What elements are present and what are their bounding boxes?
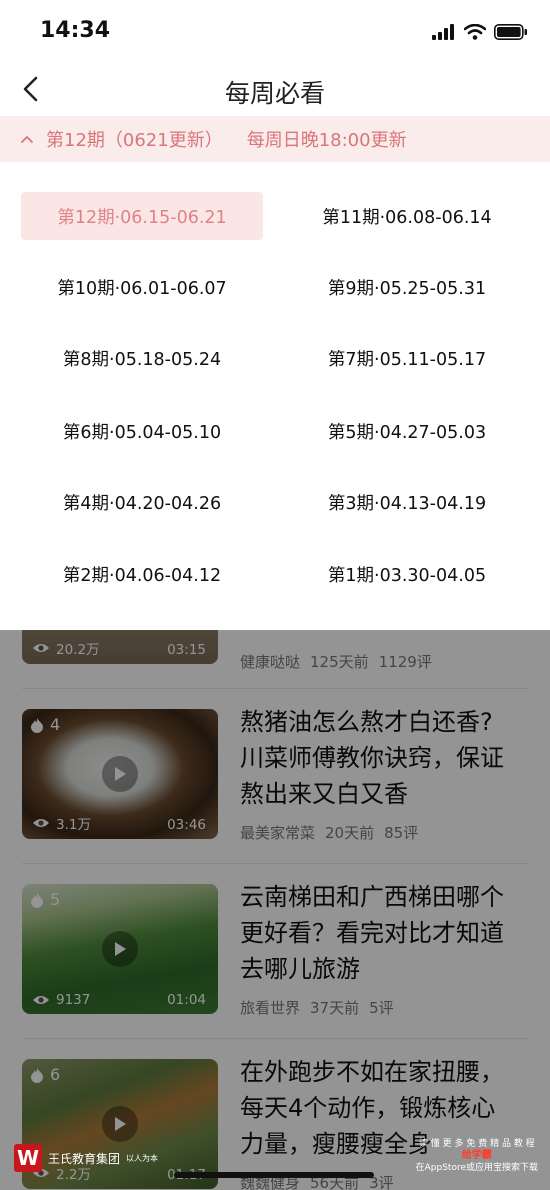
chevron-up-icon [21, 135, 33, 143]
video-duration: 03:15 [167, 642, 206, 658]
flame-icon [31, 1067, 43, 1083]
watermark-org: 王氏教育集团 [48, 1151, 121, 1166]
flame-icon [31, 892, 43, 908]
period-dropdown: 第12期·06.15-06.21 第11期·06.08-06.14 第10期·0… [0, 162, 550, 630]
period-option[interactable]: 第1期·03.30-04.05 [286, 550, 528, 598]
period-option[interactable]: 第6期·05.04-05.10 [21, 407, 263, 455]
watermark-right: 读 懂 更 多 免 费 精 品 教 程 给学霸 在AppStore或应用宝搜索下… [415, 1139, 538, 1173]
period-option[interactable]: 第11期·06.08-06.14 [286, 192, 528, 240]
status-bar: 14:34 [0, 0, 550, 62]
period-option[interactable]: 第5期·04.27-05.03 [286, 407, 528, 455]
play-icon [115, 942, 126, 956]
current-issue-label: 第12期（0621更新） [46, 130, 223, 151]
period-option[interactable]: 第7期·05.11-05.17 [286, 334, 528, 382]
video-duration: 03:46 [167, 817, 206, 833]
post-time: 37天前 [310, 999, 360, 1017]
list-item[interactable]: 4 3.1万 03:46 熬猪油怎么熬才白还香? 川菜师傅教你诀窍，保证 熬出来… [0, 708, 550, 848]
eye-icon [33, 819, 49, 827]
divider [22, 863, 528, 864]
eye-icon [33, 996, 49, 1004]
video-thumbnail[interactable]: 5 9137 01:04 [22, 884, 218, 1014]
video-thumbnail[interactable]: 4 3.1万 03:46 [22, 709, 218, 839]
issue-selector-bar[interactable]: 第12期（0621更新） 每周日晚18:00更新 [0, 116, 550, 162]
list-item[interactable]: 20.2万 03:15 健康哒哒 125天前 1129评 [0, 630, 550, 674]
source-name: 最美家常菜 [240, 824, 316, 842]
rank-badge: 6 [30, 1065, 60, 1084]
watermark-left: W 王氏教育集团 以人为本 [14, 1144, 158, 1172]
view-count: 3.1万 [32, 813, 91, 833]
list-item[interactable]: 5 9137 01:04 云南梯田和广西梯田哪个 更好看？看完对比才知道 去哪儿… [0, 883, 550, 1023]
status-time: 14:34 [40, 18, 111, 43]
update-schedule-label: 每周日晚18:00更新 [246, 130, 407, 151]
comment-count: 85评 [384, 824, 419, 842]
battery-icon [494, 24, 527, 40]
source-name: 健康哒哒 [240, 653, 301, 671]
page-title: 每周必看 [224, 79, 325, 108]
period-option[interactable]: 第10期·06.01-06.07 [21, 263, 263, 311]
video-duration: 01:04 [167, 992, 206, 1008]
divider [22, 688, 528, 689]
play-icon [115, 767, 126, 781]
play-button[interactable] [102, 931, 138, 967]
play-button[interactable] [102, 1106, 138, 1142]
period-option[interactable]: 第8期·05.18-05.24 [21, 334, 263, 382]
status-icons [432, 22, 528, 42]
wang-logo-icon: W [14, 1144, 42, 1172]
view-count: 9137 [32, 992, 90, 1008]
video-meta: 健康哒哒 125天前 1129评 [240, 651, 442, 672]
post-time: 125天前 [310, 653, 369, 671]
divider [22, 1038, 528, 1039]
wifi-icon [464, 24, 486, 40]
home-indicator[interactable] [174, 1172, 374, 1178]
rank-badge: 5 [30, 890, 60, 909]
watermark-slogan: 以人为本 [126, 1153, 159, 1163]
eye-icon [33, 644, 49, 652]
video-title[interactable]: 熬猪油怎么熬才白还香? 川菜师傅教你诀窍，保证 熬出来又白又香 [240, 704, 530, 812]
video-list: 20.2万 03:15 健康哒哒 125天前 1129评 4 3.1万 03:46 … [0, 630, 550, 1190]
post-time: 20天前 [325, 824, 375, 842]
source-name: 旅看世界 [240, 999, 301, 1017]
flame-icon [31, 717, 43, 733]
video-meta: 旅看世界 37天前 5评 [240, 997, 404, 1018]
video-title[interactable]: 云南梯田和广西梯田哪个 更好看？看完对比才知道 去哪儿旅游 [240, 879, 530, 987]
view-count: 20.2万 [32, 638, 100, 658]
play-icon [115, 1117, 126, 1131]
play-button[interactable] [102, 756, 138, 792]
rank-badge: 4 [30, 715, 60, 734]
period-option[interactable]: 第2期·04.06-04.12 [21, 550, 263, 598]
period-option[interactable]: 第12期·06.15-06.21 [21, 192, 263, 240]
comment-count: 5评 [369, 999, 394, 1017]
period-option[interactable]: 第3期·04.13-04.19 [286, 478, 528, 526]
period-option[interactable]: 第9期·05.25-05.31 [286, 263, 528, 311]
video-meta: 最美家常菜 20天前 85评 [240, 822, 428, 843]
video-thumbnail[interactable]: 20.2万 03:15 [22, 630, 218, 664]
signal-icon [432, 24, 454, 40]
period-option[interactable]: 第4期·04.20-04.26 [21, 478, 263, 526]
comment-count: 1129评 [378, 653, 432, 671]
nav-bar: 每周必看 [0, 62, 550, 116]
